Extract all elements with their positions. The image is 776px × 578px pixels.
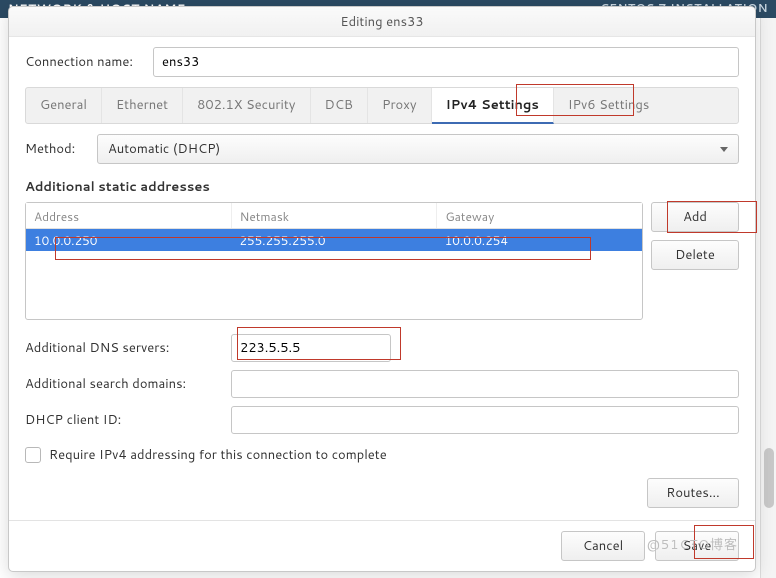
dhcp-client-id-input[interactable] [231, 406, 739, 434]
tab-general[interactable]: General [26, 88, 102, 123]
tab-proxy[interactable]: Proxy [368, 88, 432, 123]
dialog-title: Editing ens33 [9, 7, 755, 37]
delete-button[interactable]: Delete [651, 240, 739, 270]
addresses-col-netmask[interactable]: Netmask [232, 203, 438, 228]
dialog-window: Editing ens33 Connection name: General E… [8, 6, 756, 572]
addresses-cell-gateway[interactable]: 10.0.0.254 [437, 229, 642, 251]
method-label: Method: [25, 140, 97, 158]
tab-dcb[interactable]: DCB [311, 88, 368, 123]
addresses-section-label: Additional static addresses [25, 178, 739, 196]
search-domains-input[interactable] [231, 370, 739, 398]
add-button[interactable]: Add [651, 202, 739, 232]
addresses-cell-address[interactable]: 10.0.0.250 [26, 229, 231, 251]
addresses-grid: Address Netmask Gateway 10.0.0.250 255.2… [25, 202, 643, 320]
method-row: Method: Automatic (DHCP) [25, 134, 739, 164]
connection-name-row: Connection name: [25, 47, 739, 77]
require-ipv4-label: Require IPv4 addressing for this connect… [49, 446, 387, 464]
connection-name-label: Connection name: [25, 53, 153, 71]
tab-bar: General Ethernet 802.1X Security DCB Pro… [25, 87, 739, 124]
watermark: @51CTO博客 [647, 534, 738, 554]
dialog-footer: Cancel Save [9, 520, 755, 571]
addresses-row[interactable]: 10.0.0.250 255.255.255.0 10.0.0.254 [26, 229, 642, 251]
require-ipv4-checkbox[interactable] [25, 447, 41, 463]
dhcp-client-id-label: DHCP client ID: [25, 411, 225, 429]
tab-8021x[interactable]: 802.1X Security [183, 88, 310, 123]
require-ipv4-row: Require IPv4 addressing for this connect… [25, 446, 739, 464]
dns-label: Additional DNS servers: [25, 339, 225, 357]
routes-button[interactable]: Routes… [647, 478, 739, 508]
method-value: Automatic (DHCP) [108, 140, 220, 158]
scrollbar-track[interactable] [760, 18, 776, 578]
addresses-col-gateway[interactable]: Gateway [437, 203, 642, 228]
tab-ethernet[interactable]: Ethernet [102, 88, 183, 123]
chevron-down-icon [720, 147, 728, 152]
scrollbar-thumb[interactable] [764, 448, 774, 508]
dns-input[interactable] [231, 334, 391, 362]
addresses-col-address[interactable]: Address [26, 203, 232, 228]
tab-ipv4[interactable]: IPv4 Settings [432, 88, 554, 124]
method-select[interactable]: Automatic (DHCP) [97, 134, 739, 164]
tab-ipv6[interactable]: IPv6 Settings [554, 88, 663, 123]
addresses-cell-netmask[interactable]: 255.255.255.0 [231, 229, 436, 251]
cancel-button[interactable]: Cancel [561, 531, 645, 561]
search-domains-label: Additional search domains: [25, 375, 225, 393]
connection-name-input[interactable] [153, 47, 739, 77]
